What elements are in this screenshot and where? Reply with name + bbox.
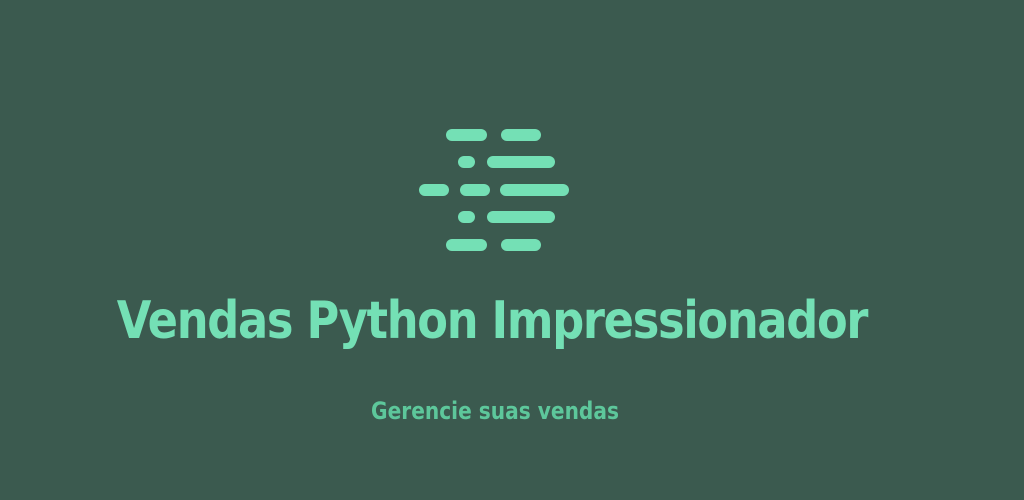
app-subtitle: Gerencie suas vendas bbox=[371, 397, 619, 425]
code-lines-icon bbox=[419, 129, 569, 251]
banner: Vendas Python Impressionador Gerencie su… bbox=[0, 0, 1024, 500]
app-title: Vendas Python Impressionador bbox=[116, 291, 869, 351]
